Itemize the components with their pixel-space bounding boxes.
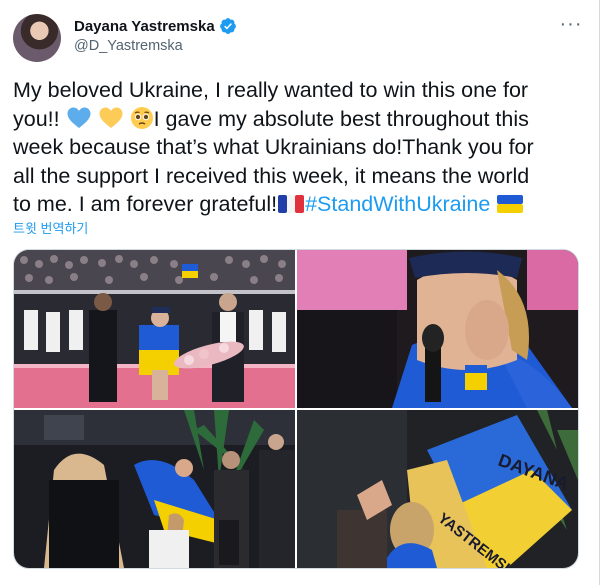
avatar[interactable]: [13, 14, 61, 62]
pleading-face-icon: [130, 106, 153, 129]
tweet-line-1: My beloved Ukraine, I really wanted to w…: [13, 78, 529, 102]
photo-ceremony[interactable]: [14, 250, 295, 408]
tweet-line-4: all the support I received this week, it…: [13, 163, 530, 188]
tweet-line-2: you!! I gave my absolute best throughout…: [13, 105, 583, 134]
tweet-line-5: to me. I am forever grateful! #StandWithU…: [13, 190, 583, 219]
tweet-line-3: week because that’s what Ukrainians do!T…: [13, 135, 534, 159]
tweet-line-2-end: I gave my absolute best throughout this: [153, 106, 529, 131]
photo-emotional-speech[interactable]: [297, 250, 578, 408]
photo-signed-flag[interactable]: DAYANA YASTREMSKA: [297, 410, 578, 568]
author-name-row: Dayana Yastremska: [74, 17, 237, 35]
tweet-line-5-start: to me. I am forever grateful!: [13, 192, 278, 216]
media-grid: DAYANA YASTREMSKA: [13, 249, 579, 569]
translate-tweet-link[interactable]: 트윗 번역하기: [13, 218, 88, 237]
hashtag-link[interactable]: #StandWithUkraine: [305, 192, 490, 216]
tweet-text: My beloved Ukraine, I really wanted to w…: [13, 76, 583, 219]
author-handle[interactable]: @D_Yastremska: [74, 38, 183, 54]
blue-heart-icon: [67, 107, 91, 128]
verified-badge-icon: [219, 18, 236, 34]
more-options-icon[interactable]: ···: [559, 14, 583, 38]
france-flag-icon: [278, 195, 305, 213]
ukraine-flag-icon: [497, 195, 524, 213]
author-name[interactable]: Dayana Yastremska: [74, 18, 215, 35]
tweet-card: Dayana Yastremska @D_Yastremska ··· My b…: [0, 0, 600, 585]
tweet-line-2-start: you!!: [13, 106, 66, 131]
yellow-heart-icon: [99, 107, 123, 128]
photo-walking-off[interactable]: [14, 410, 295, 568]
